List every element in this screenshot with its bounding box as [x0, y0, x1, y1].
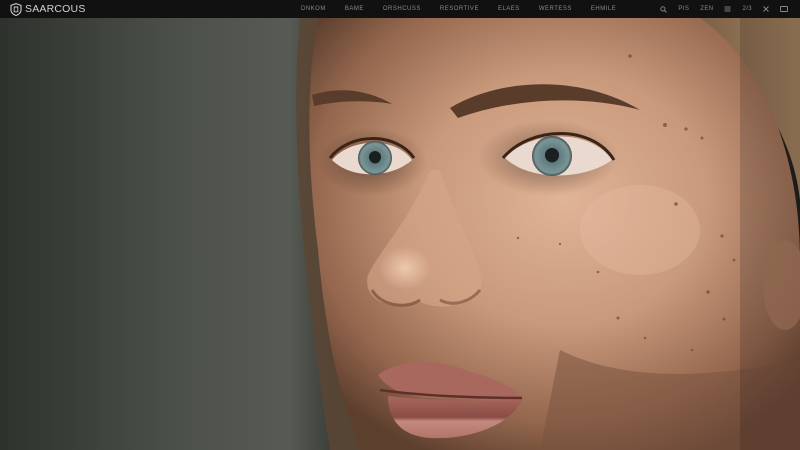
- nose-highlight: [379, 246, 431, 290]
- portrait-illustration: [0, 18, 800, 450]
- language-selector[interactable]: PIS: [678, 6, 689, 12]
- right-pupil: [545, 148, 559, 162]
- hero-portrait-image: [0, 18, 800, 450]
- cheek-highlight: [580, 185, 700, 275]
- left-pupil: [369, 151, 381, 163]
- brand-name: SAARCOUS: [25, 3, 86, 15]
- brand[interactable]: SAARCOUS: [10, 2, 260, 16]
- nav-item-dnkom[interactable]: DNKOM: [301, 6, 326, 12]
- account-link[interactable]: ZEN: [700, 6, 713, 12]
- close-icon[interactable]: [763, 6, 769, 12]
- nav-item-resortive[interactable]: RESORTIVE: [440, 6, 479, 12]
- search-icon[interactable]: [660, 5, 668, 13]
- nav-item-ehmile[interactable]: EHMILE: [591, 6, 616, 12]
- nav-item-bame[interactable]: BAME: [345, 6, 364, 12]
- page: SAARCOUS DNKOM BAME ORSHCUSS RESORTIVE E…: [0, 0, 800, 450]
- menu-icon[interactable]: [724, 6, 731, 12]
- window-icon[interactable]: [780, 6, 788, 12]
- toolbar: PIS ZEN 2/3: [660, 5, 790, 13]
- shield-logo-icon: [10, 2, 22, 16]
- top-navigation-bar: SAARCOUS DNKOM BAME ORSHCUSS RESORTIVE E…: [0, 0, 800, 18]
- nav-item-wertess[interactable]: WERTESS: [539, 6, 572, 12]
- vignette: [740, 18, 800, 450]
- nav-item-elaes[interactable]: ELAES: [498, 6, 520, 12]
- page-counter: 2/3: [742, 6, 752, 12]
- nav-item-orshcuss[interactable]: ORSHCUSS: [383, 6, 421, 12]
- main-nav: DNKOM BAME ORSHCUSS RESORTIVE ELAES WERT…: [301, 6, 616, 12]
